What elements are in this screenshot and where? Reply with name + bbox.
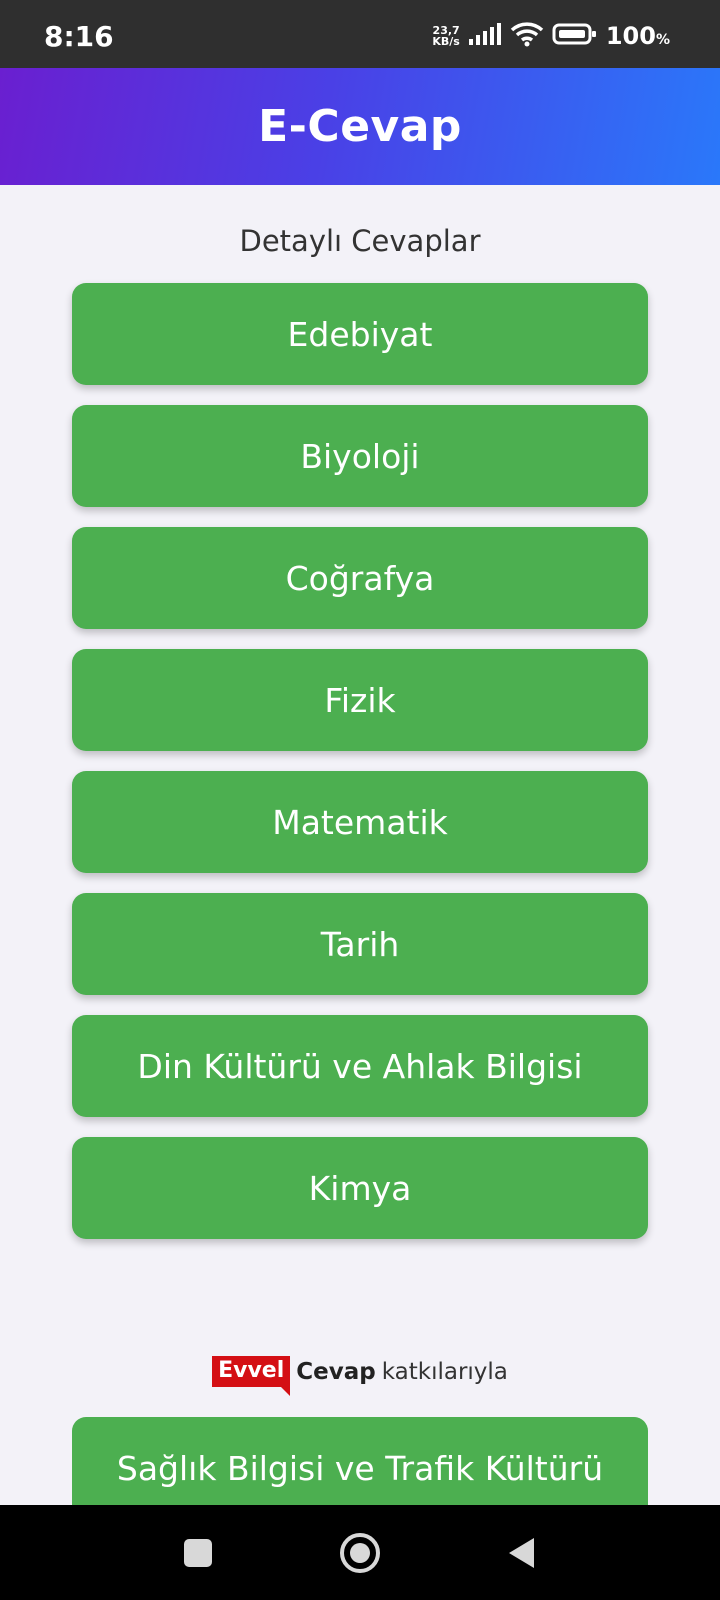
subject-button-edebiyat[interactable]: Edebiyat xyxy=(72,283,648,385)
back-icon[interactable] xyxy=(494,1525,550,1581)
app-title: E-Cevap xyxy=(258,101,462,152)
subject-button-cografya[interactable]: Coğrafya xyxy=(72,527,648,629)
navigation-bar xyxy=(0,1505,720,1600)
subject-button-din-kulturu[interactable]: Din Kültürü ve Ahlak Bilgisi xyxy=(72,1015,648,1117)
subject-button-matematik[interactable]: Matematik xyxy=(72,771,648,873)
wifi-icon xyxy=(510,21,544,52)
signal-icon xyxy=(468,22,502,51)
network-speed-unit: KB/s xyxy=(432,35,460,48)
subject-button-saglik-trafik[interactable]: Sağlık Bilgisi ve Trafik Kültürü xyxy=(72,1417,648,1519)
subject-button-tarih[interactable]: Tarih xyxy=(72,893,648,995)
partner-text: katkılarıyla xyxy=(381,1358,508,1385)
recent-apps-icon[interactable] xyxy=(170,1525,226,1581)
app-header: E-Cevap xyxy=(0,68,720,185)
subject-button-biyoloji[interactable]: Biyoloji xyxy=(72,405,648,507)
battery-percent-value: 100 xyxy=(605,22,656,50)
partner-credit: Evvel Cevap katkılarıyla xyxy=(0,1356,720,1396)
evvel-logo: Evvel xyxy=(212,1356,291,1396)
status-time: 8:16 xyxy=(44,20,114,53)
subject-button-kimya[interactable]: Kimya xyxy=(72,1137,648,1239)
battery-percent: 100% xyxy=(606,22,670,50)
network-speed: 23,7 KB/s xyxy=(432,25,459,47)
cevap-logo: Cevap xyxy=(296,1358,376,1385)
subject-list: Edebiyat Biyoloji Coğrafya Fizik Matemat… xyxy=(72,283,648,1259)
home-icon[interactable] xyxy=(332,1525,388,1581)
battery-percent-unit: % xyxy=(655,32,670,48)
subject-button-fizik[interactable]: Fizik xyxy=(72,649,648,751)
section-label: Detaylı Cevaplar xyxy=(239,224,481,258)
battery-icon xyxy=(552,22,598,51)
status-bar: 8:16 23,7 KB/s 100% xyxy=(0,0,720,68)
status-icons: 23,7 KB/s 100% xyxy=(432,21,670,52)
